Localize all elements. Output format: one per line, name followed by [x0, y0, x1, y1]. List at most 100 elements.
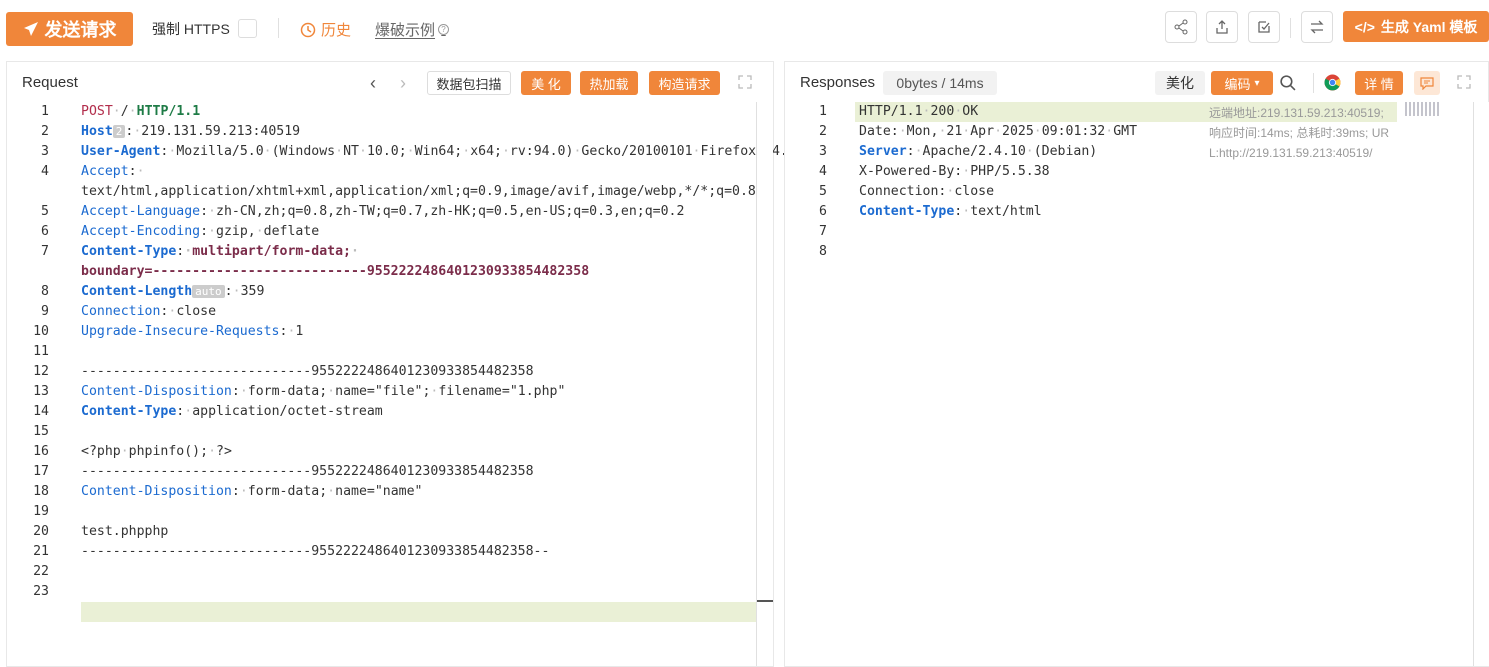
code-line: -----------------------------95522224864… [81, 544, 550, 559]
line-number: 1 [41, 104, 49, 119]
beautify-button[interactable]: 美 化 [521, 71, 571, 95]
code-line: Content-Length auto:·359 [81, 284, 265, 299]
code-line: Host 2:·219.131.59.213:40519 [81, 124, 301, 139]
help-icon: ? [438, 24, 450, 35]
line-number: 7 [41, 244, 49, 259]
code-line: Accept-Language:·zh-CN,zh;q=0.8,zh-TW;q=… [81, 204, 685, 219]
code-line: <?php·phpinfo();·?> [81, 444, 232, 459]
divider [1290, 18, 1291, 38]
code-line: Server:·Apache/2.4.10·(Debian) [859, 144, 1098, 159]
blast-example-link[interactable]: 爆破示例 ? [375, 19, 450, 40]
construct-request-button[interactable]: 构造请求 [649, 71, 720, 95]
next-icon[interactable]: › [400, 73, 406, 94]
line-number: 2 [41, 124, 49, 139]
line-number: 13 [33, 384, 49, 399]
response-panel: Responses 0bytes / 14ms 美化 编码 ▾ 详 情 1 HTT… [784, 61, 1489, 667]
upload-icon [1216, 20, 1228, 34]
line-number: 3 [819, 144, 827, 159]
line-number: 18 [33, 484, 49, 499]
chevron-down-icon: ▾ [1254, 77, 1260, 89]
code-line: Date:·Mon,·21·Apr·2025·09:01:32·GMT [859, 124, 1138, 139]
divider [278, 18, 279, 38]
history-button[interactable]: 历史 [300, 19, 351, 40]
swap-icon [1310, 20, 1324, 34]
line-number: 2 [819, 124, 827, 139]
line-number: 23 [33, 584, 49, 599]
code-line: boundary=---------------------------9552… [81, 264, 590, 279]
request-header: Request ‹ › 数据包扫描 美 化 热加载 构造请求 [7, 62, 773, 102]
import-button[interactable] [1248, 11, 1280, 43]
response-editor[interactable]: 1 HTTP/1.1·200·OK 2 Date:·Mon,·21·Apr·2025·… [785, 102, 1488, 666]
generate-yaml-button[interactable]: </> 生成 Yaml 模板 [1343, 11, 1489, 42]
meta-timing: 响应时间:14ms; 总耗时:39ms; UR [1209, 126, 1390, 140]
share-button[interactable] [1165, 11, 1197, 43]
line-number: 5 [819, 184, 827, 199]
request-title: Request [22, 74, 78, 91]
line-number: 15 [33, 424, 49, 439]
code-icon: </> [1354, 18, 1375, 35]
minimap [1405, 102, 1441, 116]
code-line: User-Agent:·Mozilla/5.0·(Windows·NT·10.0… [81, 144, 796, 159]
chrome-icon[interactable] [1324, 74, 1341, 91]
request-scrollbar[interactable] [756, 102, 773, 666]
line-number: 6 [41, 224, 49, 239]
export-button[interactable] [1206, 11, 1238, 43]
line-number: 4 [819, 164, 827, 179]
hot-load-button[interactable]: 热加载 [580, 71, 638, 95]
code-line: X-Powered-By:·PHP/5.5.38 [859, 164, 1050, 179]
code-line: -----------------------------95522224864… [81, 364, 534, 379]
response-beautify-button[interactable]: 美化 [1155, 71, 1205, 95]
meta-url: L:http://219.131.59.213:40519/ [1209, 146, 1373, 160]
line-number: 19 [33, 504, 49, 519]
top-toolbar: 发送请求 强制 HTTPS 历史 爆破示例 ? </> 生成 Yaml 模板 [0, 0, 1489, 58]
line-number: 16 [33, 444, 49, 459]
code-line: text/html,application/xhtml+xml,applicat… [81, 184, 756, 199]
line-number: 8 [41, 284, 49, 299]
code-line: Connection:·close [81, 304, 217, 319]
request-panel: Request ‹ › 数据包扫描 美 化 热加载 构造请求 1 POST·/·H… [6, 61, 796, 667]
line-number: 21 [33, 544, 49, 559]
comment-icon [1420, 77, 1434, 90]
code-line: Accept-Encoding:·gzip,·deflate [81, 224, 320, 239]
comment-button[interactable] [1414, 71, 1440, 95]
import-icon [1258, 21, 1270, 33]
detail-button[interactable]: 详 情 [1355, 71, 1403, 95]
expand-icon[interactable] [738, 75, 752, 89]
clock-icon [300, 22, 316, 37]
blast-example-label: 爆破示例 [375, 22, 436, 39]
code-line: Content-Type:·text/html [859, 204, 1042, 219]
swap-button[interactable] [1301, 11, 1333, 43]
line-number: 5 [41, 204, 49, 219]
line-number: 11 [33, 344, 49, 359]
prev-icon[interactable]: ‹ [370, 73, 376, 94]
code-line: -----------------------------95522224864… [81, 464, 534, 479]
code-line: Connection:·close [859, 184, 995, 199]
code-line: test.phpphp [81, 524, 169, 539]
force-https-checkbox[interactable] [238, 19, 257, 38]
line-number: 10 [33, 324, 49, 339]
encoding-dropdown[interactable]: 编码 ▾ [1211, 71, 1273, 95]
line-number: 17 [33, 464, 49, 479]
code-line: Content-Type:·application/octet-stream [81, 404, 383, 419]
request-editor[interactable]: 1 POST·/·HTTP/1.1 2 Host 2:·219.131.59.213:4… [7, 102, 796, 666]
response-scrollbar[interactable] [1473, 102, 1489, 666]
expand-icon[interactable] [1457, 75, 1471, 89]
line-number: 14 [33, 404, 49, 419]
current-line-highlight [81, 602, 773, 622]
line-number: 1 [819, 104, 827, 119]
search-icon[interactable] [1279, 74, 1296, 91]
code-line: Content-Disposition:·form-data;·name="fi… [81, 384, 566, 399]
line-number: 9 [41, 304, 49, 319]
packet-scan-button[interactable]: 数据包扫描 [427, 71, 511, 95]
force-https-label: 强制 HTTPS [152, 21, 230, 37]
line-number: 12 [33, 364, 49, 379]
line-number: 20 [33, 524, 49, 539]
line-number: 6 [819, 204, 827, 219]
response-header: Responses 0bytes / 14ms 美化 编码 ▾ 详 情 [785, 62, 1488, 102]
send-request-button[interactable]: 发送请求 [6, 12, 133, 46]
divider [1313, 73, 1314, 93]
line-number: 4 [41, 164, 49, 179]
line-number: 7 [819, 224, 827, 239]
response-title: Responses [800, 74, 876, 91]
code-line: HTTP/1.1·200·OK [859, 104, 979, 119]
